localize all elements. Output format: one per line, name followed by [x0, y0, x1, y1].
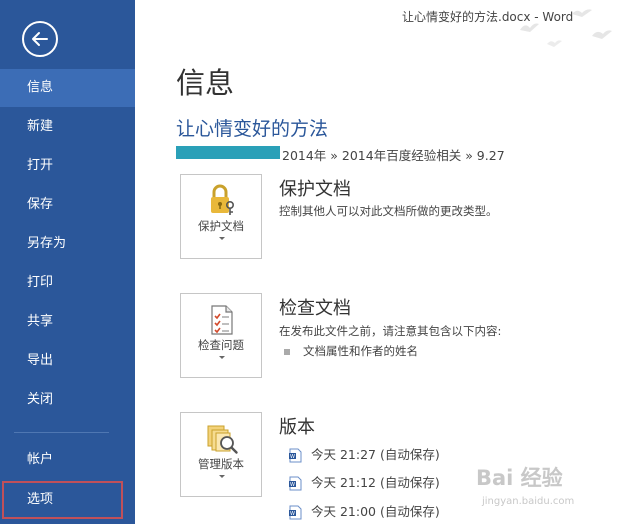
dropdown-caret-icon	[219, 356, 225, 359]
watermark-main-text: Bai 经验	[476, 466, 563, 490]
baidu-jingyan-watermark: Bai 经验 jingyan.baidu.com	[476, 462, 623, 524]
dropdown-caret-icon	[219, 475, 225, 478]
inspect-bullet-item: 文档属性和作者的姓名	[284, 343, 418, 359]
nav-item-close[interactable]: 关闭	[0, 381, 135, 419]
protect-document-button[interactable]: 保护文档	[180, 174, 262, 259]
word-document-icon: W	[289, 448, 302, 463]
inspect-section-description: 在发布此文件之前，请注意其包含以下内容:	[279, 324, 502, 338]
path-text[interactable]: 2014年 » 2014年百度经验相关 » 9.27	[282, 145, 505, 164]
inspect-document-icon	[211, 305, 233, 335]
manage-versions-icon	[207, 425, 238, 454]
nav-divider	[14, 432, 109, 433]
document-title: 让心情变好的方法	[176, 118, 329, 140]
nav-item-save[interactable]: 保存	[0, 186, 135, 224]
nav-item-share[interactable]: 共享	[0, 303, 135, 341]
svg-text:W: W	[290, 482, 295, 488]
version-item[interactable]: W 今天 21:00 (自动保存)	[289, 501, 440, 521]
version-item[interactable]: W 今天 21:27 (自动保存)	[289, 444, 440, 464]
watermark-sub-text: jingyan.baidu.com	[482, 496, 575, 507]
dropdown-caret-icon	[219, 237, 225, 240]
birds-decoration-icon	[520, 9, 612, 47]
lock-key-icon	[211, 184, 234, 215]
manage-versions-tile-label: 管理版本	[198, 457, 244, 471]
nav-item-open[interactable]: 打开	[0, 147, 135, 185]
svg-text:W: W	[290, 511, 295, 517]
inspect-section-title: 检查文档	[279, 298, 351, 319]
word-document-icon: W	[289, 476, 302, 491]
check-issues-tile-label: 检查问题	[198, 338, 244, 352]
versions-section-title: 版本	[279, 417, 315, 438]
svg-text:W: W	[290, 454, 295, 460]
protect-section-description: 控制其他人可以对此文档所做的更改类型。	[279, 204, 498, 218]
bullet-square-icon	[284, 348, 290, 355]
back-arrow-icon	[32, 32, 48, 46]
protect-section-title: 保护文档	[279, 179, 351, 200]
check-issues-button[interactable]: 检查问题	[180, 293, 262, 378]
version-item[interactable]: W 今天 21:12 (自动保存)	[289, 472, 440, 492]
nav-item-export[interactable]: 导出	[0, 342, 135, 380]
nav-item-print[interactable]: 打印	[0, 264, 135, 302]
path-redaction	[176, 146, 280, 159]
protect-document-tile-label: 保护文档	[198, 219, 244, 233]
nav-item-save-as[interactable]: 另存为	[0, 225, 135, 263]
word-document-icon: W	[289, 505, 302, 520]
nav-item-info[interactable]: 信息	[0, 69, 135, 107]
nav-item-options[interactable]: 选项	[2, 481, 123, 519]
nav-item-new[interactable]: 新建	[0, 108, 135, 146]
backstage-sidebar: 信息 新建 打开 保存 另存为 打印 共享 导出 关闭 帐户 选项	[0, 0, 135, 524]
manage-versions-button[interactable]: 管理版本	[180, 412, 262, 497]
nav-item-account[interactable]: 帐户	[0, 441, 135, 479]
page-title: 信息	[176, 66, 235, 100]
back-button[interactable]	[22, 21, 58, 57]
